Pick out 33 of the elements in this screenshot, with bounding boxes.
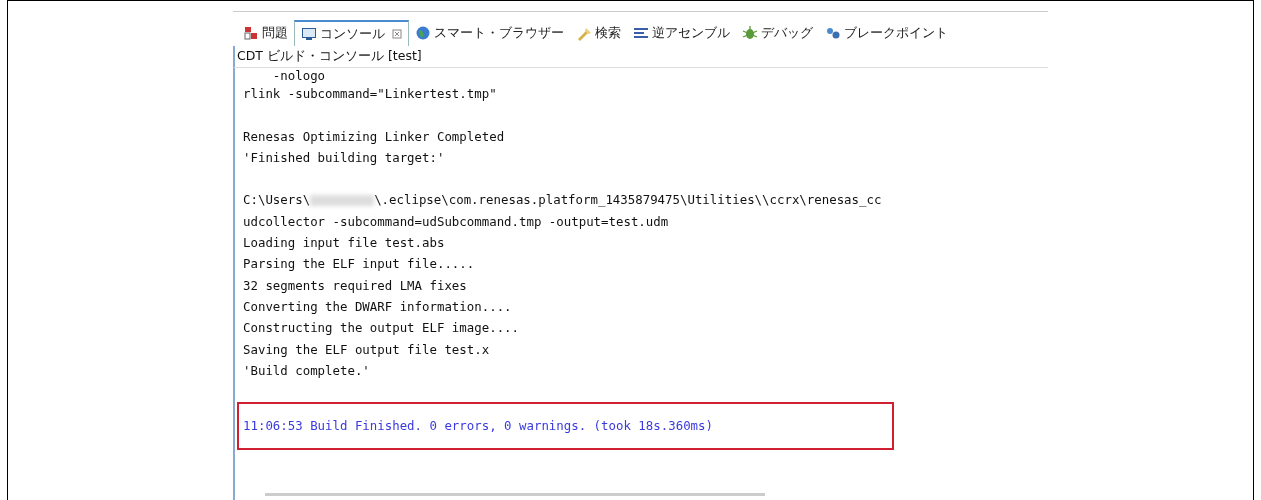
view-tab[interactable]: 逆アセンブル — [627, 20, 736, 46]
console-line: Saving the ELF output file test.x — [243, 340, 491, 359]
view-tab[interactable]: ブレークポイント — [819, 20, 954, 46]
dots-icon — [825, 25, 841, 41]
console-line: \.eclipse\com.renesas.platform_1435879475\Utilities\\ccrx\renesas_cc — [374, 191, 882, 210]
horizontal-scrollbar[interactable] — [265, 493, 765, 496]
build-finished-message: 11:06:53 Build Finished. 0 errors, 0 warnings. (took 18s.360ms) — [243, 417, 714, 436]
console-line: 'Build complete.' — [243, 361, 371, 380]
console-title: CDT ビルド・コンソール [test] — [233, 46, 1048, 67]
bug-icon — [742, 25, 758, 41]
console-line: Constructing the output ELF image.... — [243, 319, 520, 338]
view-tab[interactable]: コンソール — [294, 20, 409, 46]
list-icon — [633, 25, 649, 41]
console-line: -nologo — [271, 68, 327, 83]
console-line: 'Finished building target:' — [243, 148, 446, 167]
globe-icon — [415, 25, 431, 41]
console-icon — [301, 26, 317, 42]
console-line: Converting the DWARF information.... — [243, 297, 513, 316]
console-line: Loading input file test.abs — [243, 234, 446, 253]
console-line: Renesas Optimizing Linker Completed — [243, 127, 506, 146]
view-tab[interactable]: デバッグ — [736, 20, 819, 46]
console-line: rlink -subcommand="Linkertest.tmp" — [243, 85, 498, 103]
redacted-block — [310, 194, 375, 206]
problems-icon — [243, 25, 259, 41]
flashlight-icon — [576, 25, 592, 41]
console-line: C:\Users\ — [243, 191, 311, 210]
view-tab[interactable]: 検索 — [570, 20, 627, 46]
console-line: udcollector -subcommand=udSubcommand.tmp -output=test.udm — [243, 212, 670, 231]
view-tab[interactable]: 問題 — [237, 20, 294, 46]
console-line: Parsing the ELF input file..... — [243, 255, 476, 274]
console-line: 32 segments required LMA fixes — [243, 276, 468, 295]
view-tab[interactable]: スマート・ブラウザー — [409, 20, 570, 46]
close-icon[interactable] — [392, 29, 402, 39]
